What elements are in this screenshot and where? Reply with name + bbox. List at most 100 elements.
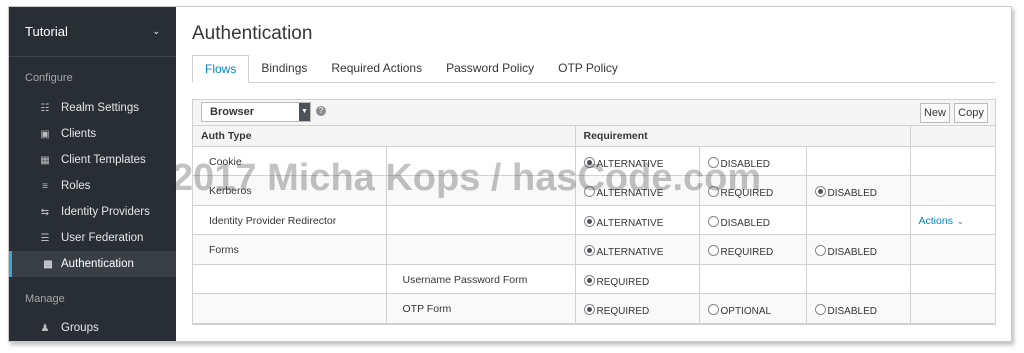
requirement-cell: DISABLED xyxy=(699,205,807,235)
flow-select-value: Browser xyxy=(210,106,255,118)
flows-panel: Browser ▼ ? New Copy Auth Type Requireme… xyxy=(192,99,996,325)
requirement-label: DISABLED xyxy=(720,158,770,170)
requirement-label: DISABLED xyxy=(720,217,770,229)
table-row: Identity Provider Redirector ALTERNATIVE D… xyxy=(193,205,996,235)
tab-required-actions[interactable]: Required Actions xyxy=(319,55,434,83)
requirement-cell: DISABLED xyxy=(806,234,911,265)
sidebar-item-clients[interactable]: ▣ Clients xyxy=(9,121,176,147)
realm-selector[interactable]: Tutorial ⌄ xyxy=(9,7,176,57)
tab-password-policy[interactable]: Password Policy xyxy=(434,55,546,83)
column-header-auth-type: Auth Type xyxy=(193,126,576,147)
requirement-label: REQUIRED xyxy=(720,188,774,199)
requirement-cell: OPTIONAL xyxy=(699,293,807,324)
sidebar-item-label: Realm Settings xyxy=(61,102,139,114)
caret-down-icon: ▼ xyxy=(299,103,310,121)
list-icon: ≡ xyxy=(42,180,48,192)
sidebar-item-roles[interactable]: ≡ Roles xyxy=(9,173,176,199)
column-header-actions xyxy=(910,126,996,147)
radio-icon xyxy=(707,156,719,168)
requirement-cell: DISABLED xyxy=(806,175,911,206)
radio-icon xyxy=(707,215,719,227)
configure-heading: Configure xyxy=(25,72,73,84)
manage-heading: Manage xyxy=(25,293,65,305)
requirement-radio-required[interactable]: REQUIRED xyxy=(707,245,774,258)
flows-toolbar: Browser ▼ ? New Copy xyxy=(193,100,995,126)
auth-subtype-name: OTP Form xyxy=(386,293,576,324)
requirement-radio-disabled[interactable]: DISABLED xyxy=(814,186,877,199)
radio-icon xyxy=(814,186,826,197)
requirement-cell xyxy=(806,146,911,176)
lock-icon: ▩ xyxy=(43,258,53,270)
auth-type-name: Forms xyxy=(193,234,387,265)
actions-label: Actions xyxy=(918,214,953,227)
requirement-cell: REQUIRED xyxy=(699,234,807,265)
sidebar-item-authentication[interactable]: ▩ Authentication xyxy=(9,251,176,277)
requirement-cell: DISABLED xyxy=(806,293,911,324)
table-row: Username Password Form REQUIRED xyxy=(193,264,996,294)
requirement-radio-disabled[interactable]: DISABLED xyxy=(814,245,877,258)
realm-name: Tutorial xyxy=(25,24,68,39)
actions-cell xyxy=(910,175,996,206)
requirement-label: REQUIRED xyxy=(596,306,650,317)
radio-icon xyxy=(583,245,595,256)
sidebar-item-realm-settings[interactable]: ☷ Realm Settings xyxy=(9,95,176,121)
column-header-requirement: Requirement xyxy=(575,126,911,147)
requirement-label: DISABLED xyxy=(827,188,877,199)
tab-otp-policy[interactable]: OTP Policy xyxy=(546,55,630,83)
requirement-cell: DISABLED xyxy=(699,146,807,176)
requirement-radio-alternative[interactable]: ALTERNATIVE xyxy=(583,215,663,229)
table-row: Forms ALTERNATIVE REQUIRED DISABLED xyxy=(193,234,996,265)
radio-icon xyxy=(814,245,826,256)
requirement-label: REQUIRED xyxy=(596,276,650,288)
sidebar-item-label: Groups xyxy=(61,322,99,334)
radio-icon xyxy=(707,245,719,256)
main-content: Authentication Flows Bindings Required A… xyxy=(176,7,1011,341)
chevron-down-icon: ⌄ xyxy=(956,216,964,226)
requirement-label: DISABLED xyxy=(827,306,877,317)
app-window: Tutorial ⌄ Configure ☷ Realm Settings ▣ … xyxy=(8,6,1012,342)
requirement-radio-optional[interactable]: OPTIONAL xyxy=(707,304,772,317)
exchange-icon: ⇆ xyxy=(40,206,50,218)
requirement-radio-required[interactable]: REQUIRED xyxy=(707,186,774,199)
sidebar-item-groups[interactable]: ♟ Groups xyxy=(9,315,176,341)
sidebar-item-identity-providers[interactable]: ⇆ Identity Providers xyxy=(9,199,176,225)
flow-select[interactable]: Browser ▼ xyxy=(201,102,311,122)
actions-cell: Actions ⌄ xyxy=(910,205,996,235)
radio-icon xyxy=(583,156,595,168)
requirement-radio-alternative[interactable]: ALTERNATIVE xyxy=(583,186,663,199)
auth-type-name xyxy=(193,293,387,324)
requirement-radio-disabled[interactable]: DISABLED xyxy=(707,215,770,229)
requirement-radio-alternative[interactable]: ALTERNATIVE xyxy=(583,245,663,258)
requirement-cell: REQUIRED xyxy=(699,175,807,206)
sidebar-item-user-federation[interactable]: ☰ User Federation xyxy=(9,225,176,251)
requirement-cell: ALTERNATIVE xyxy=(575,205,700,235)
requirement-radio-disabled[interactable]: DISABLED xyxy=(707,156,770,170)
copy-button[interactable]: Copy xyxy=(954,103,988,123)
new-button[interactable]: New xyxy=(920,103,950,123)
requirement-label: ALTERNATIVE xyxy=(596,158,664,170)
tab-flows[interactable]: Flows xyxy=(192,55,250,83)
auth-subtype-name: Username Password Form xyxy=(386,264,576,294)
help-icon[interactable]: ? xyxy=(316,106,326,116)
requirement-cell: ALTERNATIVE xyxy=(575,146,700,176)
requirement-cell: ALTERNATIVE xyxy=(575,234,700,265)
requirement-radio-required[interactable]: REQUIRED xyxy=(583,304,650,317)
radio-icon xyxy=(583,304,595,315)
requirement-label: REQUIRED xyxy=(720,247,774,258)
sidebar-item-label: Clients xyxy=(61,128,97,140)
auth-type-name: Kerberos xyxy=(193,175,387,206)
page-title: Authentication xyxy=(192,23,313,44)
radio-icon xyxy=(707,186,719,197)
requirement-cell: ALTERNATIVE xyxy=(575,175,700,206)
radio-icon xyxy=(583,215,595,227)
tab-bindings[interactable]: Bindings xyxy=(249,55,319,83)
sidebar-item-client-templates[interactable]: ▦ Client Templates xyxy=(9,147,176,173)
requirement-label: OPTIONAL xyxy=(720,306,772,317)
requirement-radio-disabled[interactable]: DISABLED xyxy=(814,304,877,317)
requirement-radio-alternative[interactable]: ALTERNATIVE xyxy=(583,156,664,170)
users-icon: ♟ xyxy=(40,322,50,334)
requirement-radio-required[interactable]: REQUIRED xyxy=(583,274,650,288)
auth-subtype-name xyxy=(386,175,576,206)
auth-type-name: Identity Provider Redirector xyxy=(193,205,387,235)
actions-dropdown[interactable]: Actions ⌄ xyxy=(919,215,964,227)
